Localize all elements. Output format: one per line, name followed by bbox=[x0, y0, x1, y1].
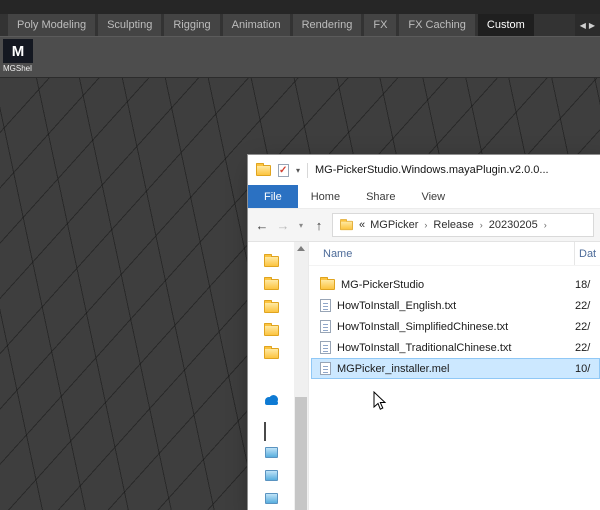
blue-folder-icon bbox=[265, 470, 278, 481]
sidebar-quick-access-folder[interactable] bbox=[248, 250, 294, 273]
explorer-main: Name Dat MG-PickerStudio 18/ HowToInstal… bbox=[248, 242, 600, 510]
shelf-tab-rendering[interactable]: Rendering bbox=[293, 14, 362, 36]
file-name: HowToInstall_English.txt bbox=[337, 300, 569, 312]
shelf-tab-sculpting[interactable]: Sculpting bbox=[98, 14, 161, 36]
window-title: MG-PickerStudio.Windows.mayaPlugin.v2.0.… bbox=[315, 164, 592, 176]
blue-folder-icon bbox=[265, 447, 278, 458]
folder-icon bbox=[264, 256, 279, 267]
file-row[interactable]: HowToInstall_SimplifiedChinese.txt 22/ bbox=[311, 316, 600, 337]
qat-dropdown-icon[interactable]: ▾ bbox=[296, 166, 300, 175]
sidebar-library-item[interactable] bbox=[248, 464, 294, 487]
breadcrumb-overflow[interactable]: « bbox=[359, 219, 365, 231]
address-folder-icon bbox=[340, 220, 353, 229]
titlebar-divider bbox=[307, 163, 308, 178]
sidebar-onedrive[interactable] bbox=[248, 389, 294, 412]
column-headers: Name Dat bbox=[309, 242, 600, 266]
file-name: MG-PickerStudio bbox=[341, 279, 569, 291]
scroll-up-icon[interactable] bbox=[297, 246, 305, 251]
ribbon-tabbar: File Home Share View bbox=[248, 185, 600, 209]
file-rows: MG-PickerStudio 18/ HowToInstall_English… bbox=[309, 274, 600, 379]
breadcrumb-mgpicker[interactable]: MGPicker bbox=[370, 219, 418, 231]
file-explorer-window: ✓ ▾ MG-PickerStudio.Windows.mayaPlugin.v… bbox=[248, 155, 600, 510]
onedrive-cloud-icon bbox=[262, 394, 280, 406]
this-pc-monitor-icon bbox=[264, 423, 279, 436]
file-row[interactable]: MG-PickerStudio 18/ bbox=[311, 274, 600, 295]
text-file-icon bbox=[320, 341, 331, 354]
column-header-date[interactable]: Dat bbox=[574, 242, 600, 265]
window-folder-icon[interactable] bbox=[256, 165, 271, 176]
file-name: HowToInstall_SimplifiedChinese.txt bbox=[337, 321, 569, 333]
explorer-titlebar: ✓ ▾ MG-PickerStudio.Windows.mayaPlugin.v… bbox=[248, 155, 600, 185]
mgshel-shelf-button[interactable]: M MGShel bbox=[3, 39, 35, 77]
breadcrumb-20230205[interactable]: 20230205 bbox=[489, 219, 538, 231]
shelf-tab-animation[interactable]: Animation bbox=[223, 14, 290, 36]
recent-locations-dropdown-icon[interactable]: ▾ bbox=[296, 221, 306, 230]
chevron-right-icon: › bbox=[423, 220, 428, 230]
folder-icon bbox=[264, 302, 279, 313]
file-name: HowToInstall_TraditionalChinese.txt bbox=[337, 342, 569, 354]
back-icon[interactable]: ← bbox=[254, 218, 270, 233]
file-date: 10/ bbox=[575, 363, 599, 375]
folder-icon bbox=[320, 279, 335, 290]
shelf-item-label: MGShel bbox=[3, 64, 35, 73]
tab-scroll-right-icon[interactable]: ▶ bbox=[589, 21, 595, 30]
shelf-tab-poly-modeling[interactable]: Poly Modeling bbox=[8, 14, 95, 36]
file-date: 22/ bbox=[575, 321, 599, 333]
file-date: 22/ bbox=[575, 342, 599, 354]
navpane-scrollbar[interactable] bbox=[294, 242, 308, 510]
mgpicker-logo-icon: M bbox=[3, 39, 33, 63]
forward-icon[interactable]: → bbox=[275, 218, 291, 233]
sidebar-quick-access-folder[interactable] bbox=[248, 273, 294, 296]
folder-icon bbox=[264, 279, 279, 290]
ribbon-tab-file[interactable]: File bbox=[248, 185, 298, 208]
shelf-tab-fx-caching[interactable]: FX Caching bbox=[399, 14, 474, 36]
folder-icon bbox=[264, 325, 279, 336]
tab-scroll-left-icon[interactable]: ◀ bbox=[580, 21, 586, 30]
text-file-icon bbox=[320, 320, 331, 333]
chevron-right-icon: › bbox=[479, 220, 484, 230]
qat-properties-icon[interactable]: ✓ bbox=[278, 164, 289, 177]
file-row[interactable]: HowToInstall_TraditionalChinese.txt 22/ bbox=[311, 337, 600, 358]
sidebar-quick-access-folder[interactable] bbox=[248, 319, 294, 342]
file-list: Name Dat MG-PickerStudio 18/ HowToInstal… bbox=[308, 242, 600, 510]
text-file-icon bbox=[320, 299, 331, 312]
scrollbar-thumb[interactable] bbox=[295, 397, 307, 510]
ribbon-tab-home[interactable]: Home bbox=[298, 185, 353, 208]
sidebar-quick-access-folder[interactable] bbox=[248, 342, 294, 365]
sidebar-quick-access-folder[interactable] bbox=[248, 296, 294, 319]
shelf-tab-custom[interactable]: Custom bbox=[478, 14, 534, 36]
file-row[interactable]: HowToInstall_English.txt 22/ bbox=[311, 295, 600, 316]
mouse-cursor bbox=[373, 391, 387, 411]
shelf-tab-scroller: ◀ ▶ bbox=[575, 14, 600, 36]
file-name: MGPicker_installer.mel bbox=[337, 363, 569, 375]
ribbon-tab-share[interactable]: Share bbox=[353, 185, 408, 208]
ribbon-tab-view[interactable]: View bbox=[408, 185, 458, 208]
check-icon: ✓ bbox=[279, 164, 287, 177]
maya-shelf-tabbar: Poly Modeling Sculpting Rigging Animatio… bbox=[0, 14, 600, 36]
shelf-tab-fx[interactable]: FX bbox=[364, 14, 396, 36]
breadcrumb-release[interactable]: Release bbox=[433, 219, 473, 231]
mel-file-icon bbox=[320, 362, 331, 375]
screen: Poly Modeling Sculpting Rigging Animatio… bbox=[0, 0, 600, 510]
folder-icon bbox=[264, 348, 279, 359]
column-header-name[interactable]: Name bbox=[309, 248, 574, 260]
blue-folder-icon bbox=[265, 493, 278, 504]
chevron-right-icon: › bbox=[543, 220, 548, 230]
file-date: 18/ bbox=[575, 279, 599, 291]
address-bar[interactable]: « MGPicker › Release › 20230205 › bbox=[332, 213, 594, 237]
file-date: 22/ bbox=[575, 300, 599, 312]
sidebar-library-item[interactable] bbox=[248, 441, 294, 464]
navigation-pane bbox=[248, 242, 294, 510]
shelf-tab-rigging[interactable]: Rigging bbox=[164, 14, 219, 36]
maya-top-strip bbox=[0, 0, 600, 14]
sidebar-this-pc[interactable] bbox=[248, 418, 294, 441]
maya-shelf: M MGShel bbox=[0, 36, 600, 78]
file-row-selected[interactable]: MGPicker_installer.mel 10/ bbox=[311, 358, 600, 379]
address-toolbar: ← → ▾ ↑ « MGPicker › Release › 20230205 … bbox=[248, 209, 600, 242]
up-icon[interactable]: ↑ bbox=[311, 218, 327, 233]
sidebar-library-item[interactable] bbox=[248, 487, 294, 510]
